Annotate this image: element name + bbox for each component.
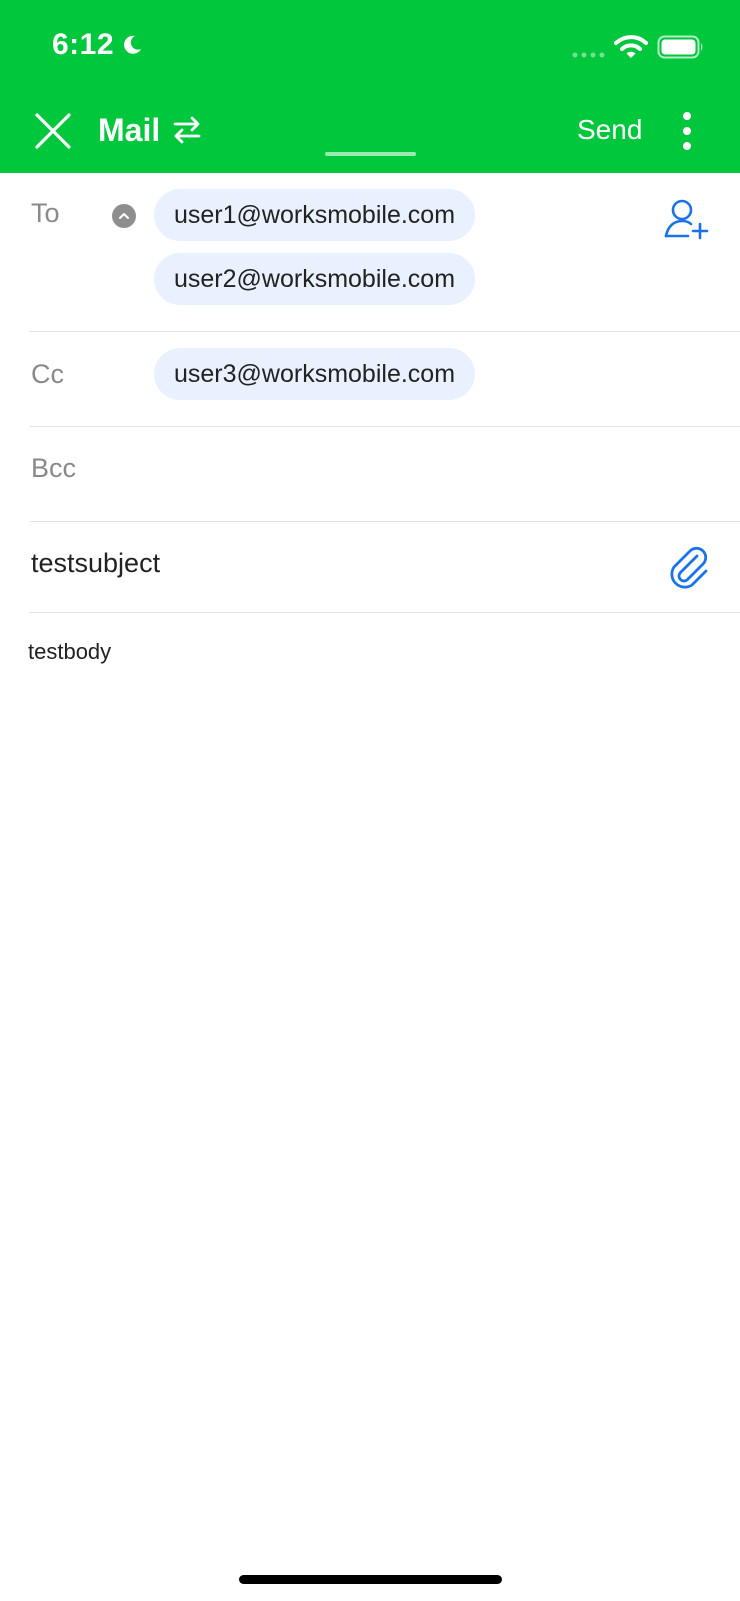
wifi-icon <box>614 35 648 58</box>
app-header: 6:12 Mail Send <box>0 0 740 173</box>
status-time: 6:12 <box>52 28 115 61</box>
paperclip-icon[interactable] <box>666 543 710 589</box>
add-contact-icon[interactable] <box>664 198 710 240</box>
subject-field[interactable]: testsubject <box>31 548 160 579</box>
divider <box>30 612 740 613</box>
cc-label: Cc <box>31 359 64 389</box>
divider <box>30 331 740 332</box>
swap-arrows-icon[interactable] <box>171 114 203 146</box>
recipient-chip-to-1[interactable]: user1@worksmobile.com <box>154 189 476 241</box>
more-options-button[interactable] <box>670 108 704 154</box>
close-button[interactable] <box>30 108 76 154</box>
to-label: To <box>31 198 60 228</box>
battery-icon <box>657 35 703 59</box>
recipient-chip-to-2[interactable]: user2@worksmobile.com <box>154 253 476 305</box>
mail-compose-screen: 6:12 Mail Send To user1@worksmobile.com … <box>0 0 740 1601</box>
chevron-up-icon <box>119 213 129 219</box>
sheet-pull-handle[interactable] <box>325 152 416 156</box>
home-indicator[interactable] <box>239 1575 502 1584</box>
bcc-label[interactable]: Bcc <box>31 453 76 484</box>
recipient-chip-cc-1[interactable]: user3@worksmobile.com <box>154 348 476 400</box>
message-body[interactable]: testbody <box>28 639 111 665</box>
recipients-collapse-toggle[interactable] <box>112 204 136 228</box>
divider <box>30 521 740 522</box>
send-button[interactable]: Send <box>577 114 642 146</box>
cellular-signal-icon <box>572 52 605 58</box>
app-title[interactable]: Mail <box>98 112 160 149</box>
divider <box>30 426 740 427</box>
close-icon <box>35 113 71 149</box>
more-vertical-icon <box>683 112 691 120</box>
moon-icon <box>124 35 141 54</box>
